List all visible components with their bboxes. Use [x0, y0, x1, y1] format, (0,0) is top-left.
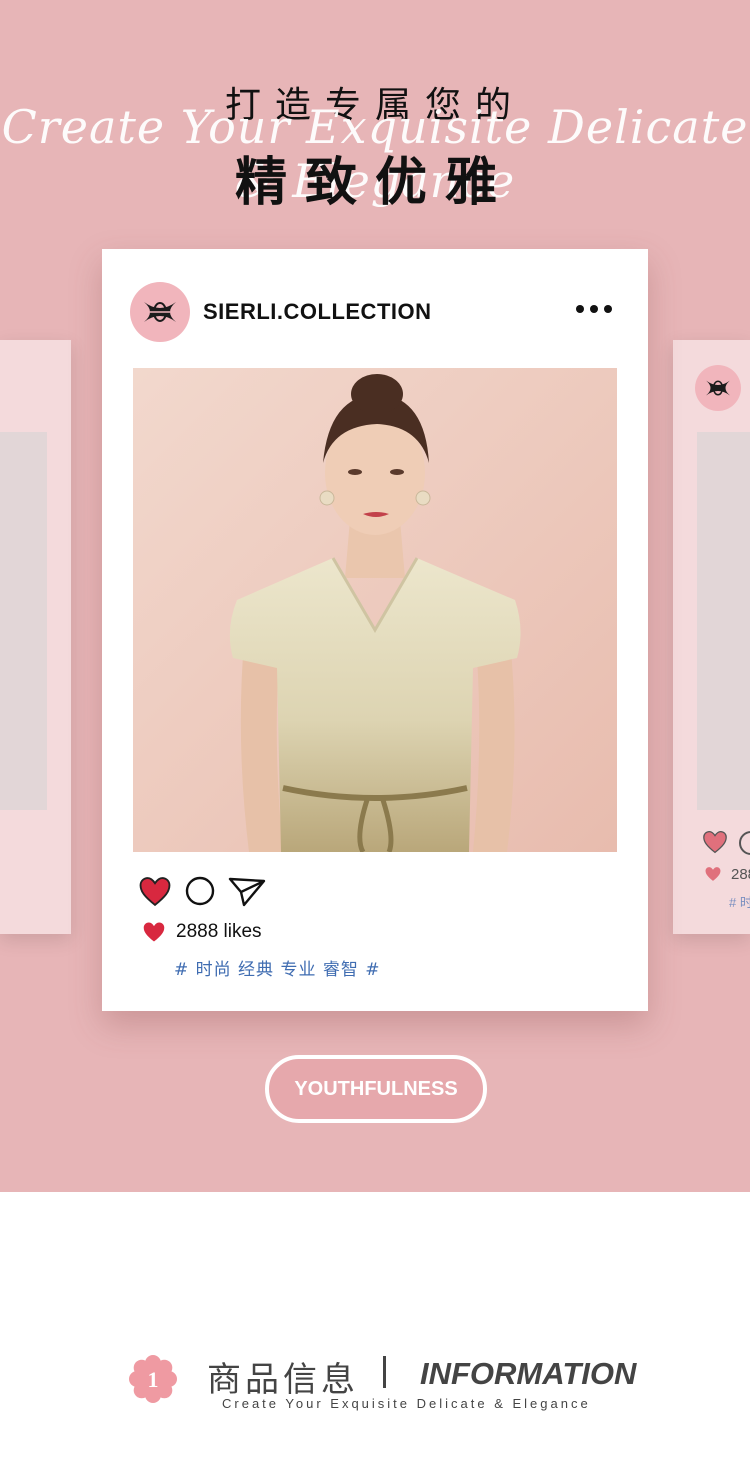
- post-card: SIERLI.COLLECTION 2888 likes # 时尚 经典 专业 …: [102, 249, 648, 1011]
- side-card-left-image: [0, 432, 47, 810]
- info-title-en: INFORMATION: [420, 1356, 637, 1391]
- info-title-cn: 商品信息: [207, 1360, 359, 1400]
- info-number: 1: [148, 1367, 159, 1392]
- side-card-likes: 288: [731, 866, 750, 883]
- product-info-header: 1 商品信息 INFORMATION Create Your Exquisite…: [0, 1340, 750, 1430]
- side-card-right-avatar: [695, 365, 741, 411]
- info-subtitle: Create Your Exquisite Delicate & Eleganc…: [222, 1396, 591, 1411]
- sierli-logo-icon: [706, 380, 730, 396]
- post-username[interactable]: SIERLI.COLLECTION: [203, 299, 432, 325]
- send-icon[interactable]: [228, 875, 266, 907]
- side-card-hashtags: # 时: [729, 895, 750, 910]
- heart-icon: [705, 867, 721, 881]
- small-heart-icon: [143, 922, 165, 942]
- flower-number-badge-icon: 1: [129, 1355, 177, 1403]
- side-card-left: [0, 340, 71, 934]
- post-photo: [133, 368, 617, 852]
- heart-outline-icon[interactable]: [702, 830, 728, 854]
- more-options-icon[interactable]: [576, 305, 616, 317]
- likes-row: 2888 likes: [142, 921, 262, 943]
- sierli-logo-icon: [144, 302, 176, 322]
- info-separator: [383, 1356, 386, 1388]
- post-hashtags[interactable]: # 时尚 经典 专业 睿智 #: [174, 955, 381, 980]
- heart-icon[interactable]: [138, 876, 172, 907]
- comment-icon[interactable]: [184, 875, 216, 907]
- comment-icon[interactable]: [739, 831, 750, 855]
- side-card-right: 288 # 时: [673, 340, 750, 934]
- likes-count: 2888 likes: [176, 921, 262, 942]
- side-card-right-image: [697, 432, 750, 810]
- post-actions: [138, 875, 266, 907]
- headline-main: 精致优雅: [234, 153, 515, 213]
- hero-section: 打造专属您的 Create Your Exquisite Delicate & …: [0, 0, 750, 1192]
- profile-avatar[interactable]: [130, 282, 190, 342]
- youthfulness-button[interactable]: YOUTHFULNESS: [265, 1055, 487, 1123]
